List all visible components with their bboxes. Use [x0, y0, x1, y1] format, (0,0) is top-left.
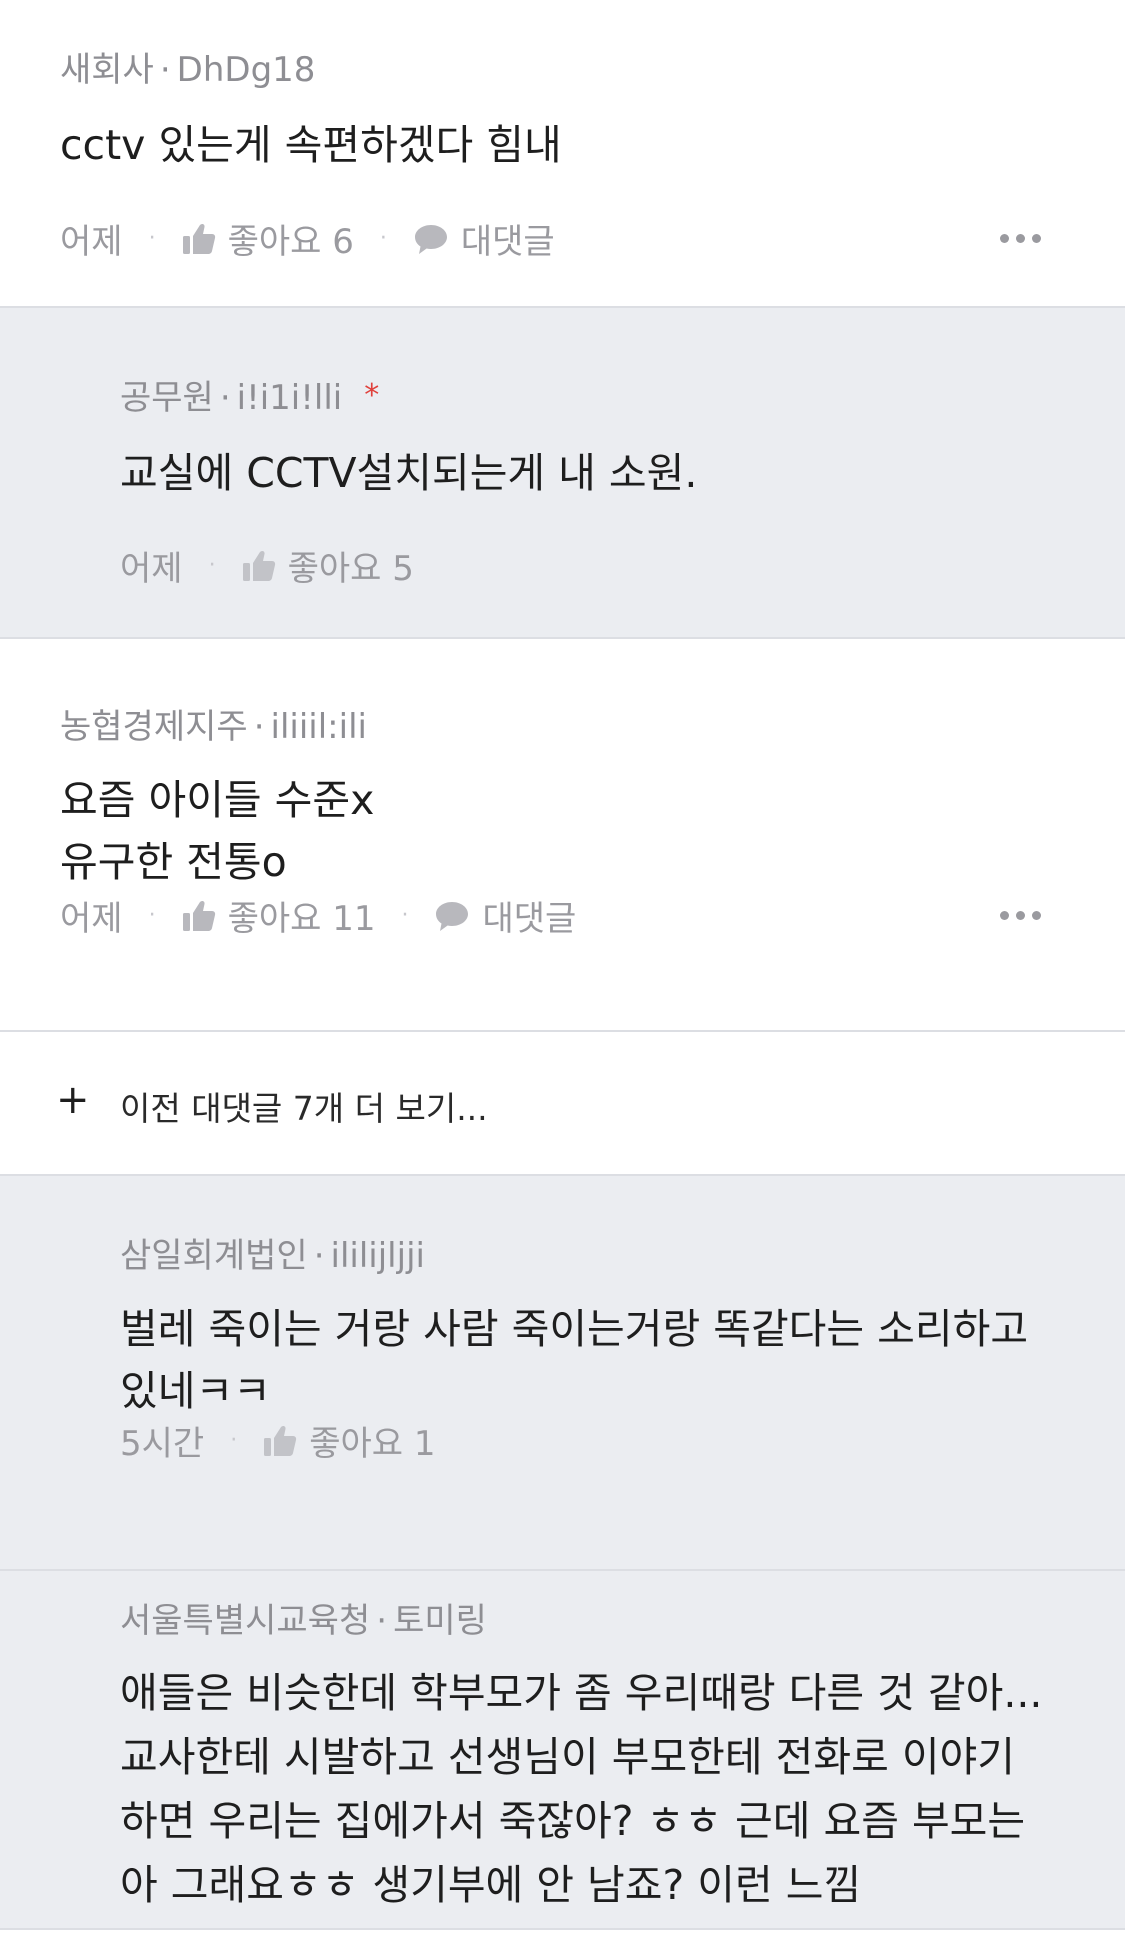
comment-line: cctv 있는게 속편하겠다 힘내	[60, 121, 562, 169]
comment-line: 교사한테 시발하고 선생님이 부모한테 전화로 이야기	[120, 1733, 1016, 1781]
author-nickname: iliiil:ili	[270, 707, 367, 747]
comment-text: 교실에 CCTV설치되는게 내 소원.	[120, 442, 697, 504]
separator-dot: ·	[401, 903, 409, 928]
comment-line: 하면 우리는 집에가서 죽잖아? ㅎㅎ 근데 요즘 부모는	[120, 1797, 1026, 1845]
like-button[interactable]: 좋아요 6	[182, 214, 354, 263]
comment-author[interactable]: 공무원 · i!i1i!lli *	[120, 370, 379, 419]
author-badge: *	[364, 378, 380, 413]
like-button[interactable]: 좋아요 5	[242, 541, 414, 590]
author-company: 서울특별시교육청	[120, 1601, 371, 1641]
comment-actions: 어제 · 좋아요 6 · 대댓글	[60, 214, 555, 263]
comment-author[interactable]: 새회사 · DhDg18	[60, 42, 315, 91]
comment-line: 아 그래요ㅎㅎ 생기부에 안 남죠? 이런 느낌	[120, 1861, 862, 1909]
like-count: 좋아요 5	[287, 549, 414, 589]
thumbs-up-icon	[242, 550, 275, 581]
separator-dot: ·	[219, 378, 231, 418]
separator-dot: ·	[230, 1428, 238, 1453]
comment-line: 교실에 CCTV설치되는게 내 소원.	[120, 449, 698, 497]
comment-actions: 어제 · 좋아요 11 · 대댓글	[60, 891, 576, 940]
separator-dot: ·	[148, 226, 156, 251]
comment-2: 농협경제지주 · iliiil:ili 요즘 아이들 수준x 유구한 전통o 어제 …	[0, 639, 1125, 1030]
speech-bubble-icon	[414, 224, 447, 254]
comment-author[interactable]: 농협경제지주 · iliiil:ili	[60, 699, 367, 748]
reply-comment-1: 공무원 · i!i1i!lli * 교실에 CCTV설치되는게 내 소원. 어제 · …	[0, 308, 1125, 637]
bottom-edge	[0, 1928, 1125, 1952]
comment-actions: 어제 · 좋아요 5	[120, 541, 414, 590]
separator-dot: ·	[379, 226, 387, 251]
author-nickname: i!i1i!lli	[236, 378, 343, 418]
thumbs-up-icon	[182, 223, 215, 254]
separator-dot: ·	[313, 1236, 325, 1276]
comment-1: 새회사 · DhDg18 cctv 있는게 속편하겠다 힘내 어제 · 좋아요 6 …	[0, 0, 1125, 306]
comment-text: 애들은 비슷한데 학부모가 좀 우리때랑 다른 것 같아... 교사한테 시발하…	[120, 1661, 1042, 1917]
comment-time: 어제	[60, 222, 123, 262]
separator-dot: ·	[253, 707, 265, 747]
plus-icon: +	[56, 1077, 90, 1123]
comment-time: 어제	[60, 899, 123, 939]
comment-actions: 5시간 · 좋아요 1	[120, 1416, 435, 1465]
separator-dot: ·	[376, 1601, 388, 1641]
comment-line: 벌레 죽이는 거랑 사람 죽이는거랑 똑같다는 소리하고	[120, 1305, 1029, 1353]
author-company: 삼일회계법인	[120, 1236, 308, 1276]
comment-line: 요즘 아이들 수준x	[60, 776, 375, 824]
author-company: 새회사	[60, 50, 154, 90]
separator-dot: ·	[148, 903, 156, 928]
separator-dot: ·	[208, 553, 216, 578]
comment-time: 어제	[120, 549, 183, 589]
comment-author[interactable]: 서울특별시교육청 · 토미링	[120, 1593, 487, 1642]
reply-label: 대댓글	[482, 899, 577, 939]
like-button[interactable]: 좋아요 1	[263, 1416, 435, 1465]
more-options-icon[interactable]	[1000, 234, 1041, 243]
load-more-replies-button[interactable]: + 이전 대댓글 7개 더 보기...	[0, 1032, 1125, 1174]
author-nickname: DhDg18	[176, 50, 316, 90]
separator-dot: ·	[159, 50, 171, 90]
like-count: 좋아요 1	[309, 1424, 436, 1464]
comment-text: cctv 있는게 속편하겠다 힘내	[60, 114, 562, 176]
speech-bubble-icon	[436, 901, 469, 931]
like-count: 좋아요 6	[227, 222, 354, 262]
thumbs-up-icon	[264, 1425, 297, 1456]
comment-line: 유구한 전통o	[60, 838, 287, 886]
comment-author[interactable]: 삼일회계법인 · ililijljji	[120, 1228, 425, 1277]
author-nickname: 토미링	[393, 1601, 487, 1641]
comment-line: 애들은 비슷한데 학부모가 좀 우리때랑 다른 것 같아...	[120, 1669, 1043, 1717]
author-company: 공무원	[120, 378, 214, 418]
load-more-label: 이전 대댓글 7개 더 보기...	[120, 1089, 488, 1128]
like-count: 좋아요 11	[227, 899, 376, 939]
like-button[interactable]: 좋아요 11	[182, 891, 376, 940]
more-options-icon[interactable]	[1000, 911, 1041, 920]
reply-button[interactable]: 대댓글	[434, 891, 576, 940]
thumbs-up-icon	[182, 900, 215, 931]
reply-comment-3: 서울특별시교육청 · 토미링 애들은 비슷한데 학부모가 좀 우리때랑 다른 것 같…	[0, 1571, 1125, 1931]
reply-comment-2: 삼일회계법인 · ililijljji 벌레 죽이는 거랑 사람 죽이는거랑 똑같다…	[0, 1176, 1125, 1569]
comment-text: 벌레 죽이는 거랑 사람 죽이는거랑 똑같다는 소리하고 있네ㅋㅋ	[120, 1298, 1028, 1422]
reply-label: 대댓글	[460, 222, 555, 262]
reply-button[interactable]: 대댓글	[413, 214, 555, 263]
comment-time: 5시간	[120, 1424, 205, 1464]
comment-line: 있네ㅋㅋ	[120, 1367, 271, 1415]
author-nickname: ililijljji	[330, 1236, 425, 1276]
author-company: 농협경제지주	[60, 707, 248, 747]
comment-text: 요즘 아이들 수준x 유구한 전통o	[60, 769, 374, 893]
